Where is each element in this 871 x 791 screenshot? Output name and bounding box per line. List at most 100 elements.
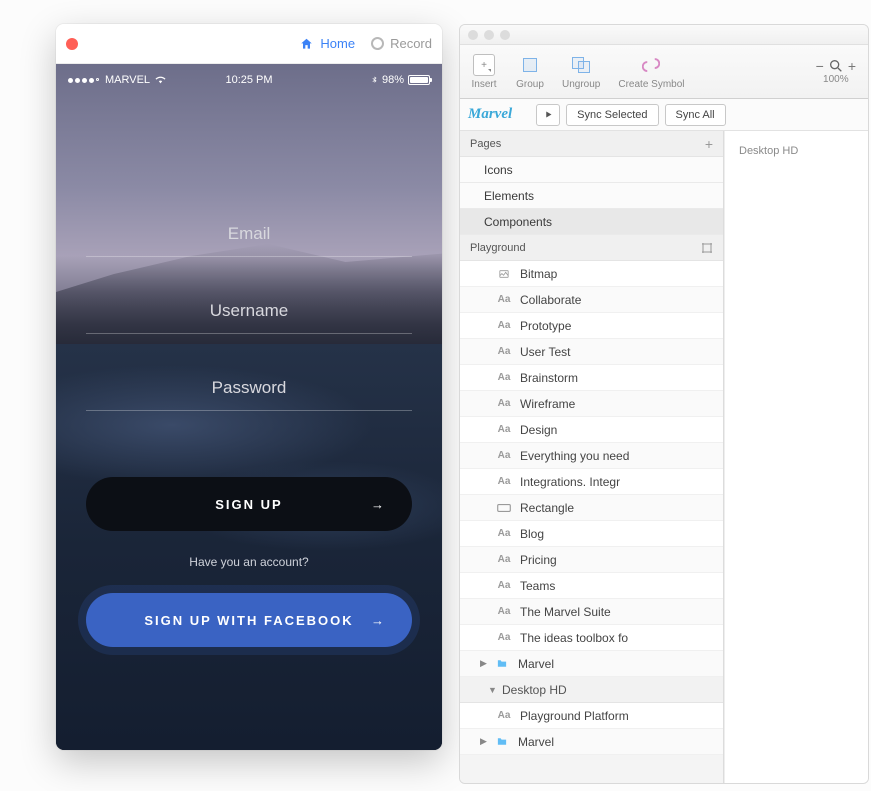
- layer-row[interactable]: AaThe ideas toolbox fo: [460, 625, 723, 651]
- text-layer-icon: Aa: [496, 398, 512, 409]
- page-item-icons[interactable]: Icons: [460, 157, 723, 183]
- window-titlebar: Home Record: [56, 24, 442, 64]
- text-layer-icon: Aa: [496, 372, 512, 383]
- layer-row[interactable]: Aa Everything you need: [460, 443, 723, 469]
- chevron-right-icon: ▶: [480, 736, 490, 747]
- layer-row[interactable]: Bitmap: [460, 261, 723, 287]
- ungroup-tool[interactable]: Ungroup: [562, 53, 600, 90]
- layer-label: Marvel: [518, 735, 554, 749]
- zoom-level: 100%: [823, 74, 849, 85]
- marvel-logo: Marvel: [468, 106, 512, 123]
- group-icon: [523, 58, 537, 72]
- insert-label: Insert: [471, 79, 496, 90]
- sync-all-button[interactable]: Sync All: [665, 104, 726, 126]
- text-layer-icon: Aa: [496, 710, 512, 721]
- layer-row[interactable]: Aa Collaborate: [460, 287, 723, 313]
- record-icon: [371, 37, 384, 50]
- text-layer-icon: Aa: [496, 450, 512, 461]
- group-label: Group: [516, 79, 544, 90]
- chevron-right-icon: ▶: [480, 658, 490, 669]
- zoom-out-button[interactable]: −: [814, 58, 826, 74]
- page-item-elements[interactable]: Elements: [460, 183, 723, 209]
- text-layer-icon: Aa: [496, 424, 512, 435]
- preview-window: Home Record MARVEL 10:25 PM 98% Email: [56, 24, 442, 750]
- text-layer-icon: Aa: [496, 580, 512, 591]
- add-page-button[interactable]: +: [705, 136, 713, 152]
- email-field[interactable]: Email: [86, 224, 412, 257]
- layer-label: Design: [520, 423, 557, 437]
- text-layer-icon: Aa: [496, 528, 512, 539]
- rect-layer-icon: [496, 504, 512, 512]
- sync-selected-button[interactable]: Sync Selected: [566, 104, 658, 126]
- traffic-light[interactable]: [484, 30, 494, 40]
- layer-row[interactable]: AaPricing: [460, 547, 723, 573]
- layer-row[interactable]: ▶Marvel: [460, 651, 723, 677]
- layer-row[interactable]: ▶ Marvel: [460, 729, 723, 755]
- canvas-area[interactable]: Desktop HD: [724, 131, 868, 783]
- time-label: 10:25 PM: [225, 74, 272, 86]
- layer-label: Integrations. Integr: [520, 475, 620, 489]
- status-bar: MARVEL 10:25 PM 98%: [56, 64, 442, 96]
- wifi-icon: [154, 75, 167, 85]
- username-field[interactable]: Username: [86, 301, 412, 334]
- home-button[interactable]: Home: [299, 36, 355, 51]
- ungroup-icon: [572, 57, 590, 73]
- signup-form: Email Username Password SIGN UP → Have y…: [56, 224, 442, 647]
- layer-label: Rectangle: [520, 501, 574, 515]
- group-tool[interactable]: Group: [516, 53, 544, 90]
- layer-row[interactable]: Aa Playground Platform: [460, 703, 723, 729]
- layer-row[interactable]: AaBlog: [460, 521, 723, 547]
- play-icon: [544, 110, 553, 119]
- layer-label: Teams: [520, 579, 555, 593]
- page-item-components[interactable]: Components: [460, 209, 723, 235]
- layer-row[interactable]: AaBrainstorm: [460, 365, 723, 391]
- record-label: Record: [390, 36, 432, 51]
- chevron-down-icon: ▼: [488, 685, 498, 695]
- layer-label: Bitmap: [520, 267, 557, 281]
- record-button[interactable]: Record: [371, 36, 432, 51]
- symbol-label: Create Symbol: [618, 79, 684, 90]
- home-label: Home: [320, 36, 355, 51]
- password-field[interactable]: Password: [86, 378, 412, 411]
- create-symbol-tool[interactable]: Create Symbol: [618, 53, 684, 90]
- traffic-light[interactable]: [500, 30, 510, 40]
- layer-label: Pricing: [520, 553, 557, 567]
- signup-label: SIGN UP: [215, 497, 282, 512]
- marvel-plugin-bar: Marvel Sync Selected Sync All: [460, 99, 868, 131]
- layer-row[interactable]: AaWireframe: [460, 391, 723, 417]
- text-layer-icon: Aa: [496, 294, 512, 305]
- arrow-right-icon: →: [371, 613, 386, 628]
- insert-tool[interactable]: + Insert: [470, 53, 498, 90]
- battery-icon: [408, 75, 430, 85]
- magnifier-icon[interactable]: [828, 58, 844, 74]
- layer-label: Everything you need: [520, 449, 629, 463]
- signup-button[interactable]: SIGN UP →: [86, 477, 412, 531]
- layer-label: Prototype: [520, 319, 571, 333]
- artboard-header[interactable]: Playground: [460, 235, 723, 261]
- facebook-signup-button[interactable]: SIGN UP WITH FACEBOOK →: [86, 593, 412, 647]
- layer-row[interactable]: Aa Design: [460, 417, 723, 443]
- sketch-window: + Insert Group Ungroup Create Symbol − +…: [459, 24, 869, 784]
- plus-icon: +: [473, 54, 495, 76]
- group-desktop-hd[interactable]: ▼ Desktop HD: [460, 677, 723, 703]
- layer-row[interactable]: AaPrototype: [460, 313, 723, 339]
- layer-label: Collaborate: [520, 293, 581, 307]
- text-layer-icon: Aa: [496, 476, 512, 487]
- ungroup-label: Ungroup: [562, 79, 600, 90]
- layer-label: User Test: [520, 345, 570, 359]
- layer-row[interactable]: Aa Integrations. Integr: [460, 469, 723, 495]
- bitmap-layer-icon: [496, 269, 512, 279]
- artboard-icon: [701, 242, 713, 254]
- layers-sidebar: Pages + Icons Elements Components Playgr…: [460, 131, 724, 783]
- play-button[interactable]: [536, 104, 560, 126]
- layer-label: Playground Platform: [520, 709, 629, 723]
- zoom-in-button[interactable]: +: [846, 58, 858, 74]
- layer-row[interactable]: AaUser Test: [460, 339, 723, 365]
- layer-row[interactable]: Rectangle: [460, 495, 723, 521]
- traffic-light[interactable]: [468, 30, 478, 40]
- layer-row[interactable]: AaThe Marvel Suite: [460, 599, 723, 625]
- close-traffic-light[interactable]: [66, 38, 78, 50]
- carrier-label: MARVEL: [105, 74, 150, 86]
- layer-row[interactable]: Aa Teams: [460, 573, 723, 599]
- phone-screen: MARVEL 10:25 PM 98% Email Username Passw…: [56, 64, 442, 750]
